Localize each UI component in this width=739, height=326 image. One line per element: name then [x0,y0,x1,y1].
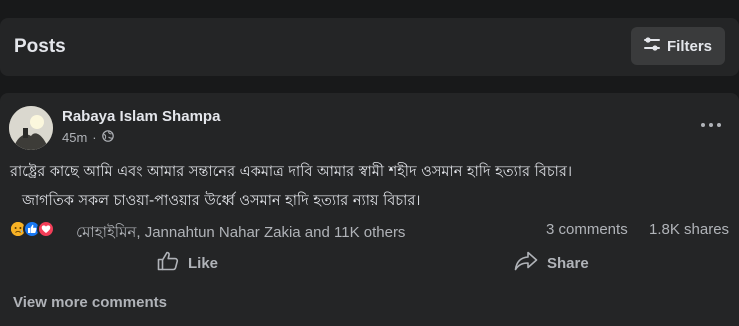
reaction-icons[interactable] [9,220,55,238]
like-button[interactable]: Like [157,248,218,278]
sliders-icon [643,36,660,56]
shares-count[interactable]: 1.8K shares [649,221,729,238]
view-more-comments-link[interactable]: View more comments [13,294,167,311]
reaction-summary[interactable]: মোহাইমিন, Jannahtun Nahar Zakia and 11K … [76,221,405,246]
globe-icon[interactable] [101,130,114,145]
comments-count[interactable]: 3 comments [546,221,628,238]
share-arrow-icon [514,251,538,276]
posts-header: Posts Filters [0,18,739,76]
post-meta: 45m · [62,130,114,145]
author-name[interactable]: Rabaya Islam Shampa [62,108,220,125]
love-icon [37,220,55,238]
post-card: Rabaya Islam Shampa 45m · রাষ্ট্রের কাছে… [0,93,739,326]
thumbs-up-icon [157,251,179,276]
like-label: Like [188,254,219,272]
filters-label: Filters [666,37,712,55]
dot-separator: · [92,130,97,145]
avatar[interactable] [9,106,53,150]
share-button[interactable]: Share [514,248,589,278]
post-text-line-1: রাষ্ট্রের কাছে আমি এবং আমার সন্তানের একম… [10,164,573,180]
page-title: Posts [14,36,66,57]
filters-button[interactable]: Filters [631,27,725,65]
more-options-button[interactable] [697,113,725,133]
post-text-line-2: জাগতিক সকল চাওয়া-পাওয়ার উর্ধ্বে ওসমান … [22,193,421,209]
post-time[interactable]: 45m [62,130,87,145]
share-label: Share [547,254,589,272]
more-dots-icon [701,114,721,132]
